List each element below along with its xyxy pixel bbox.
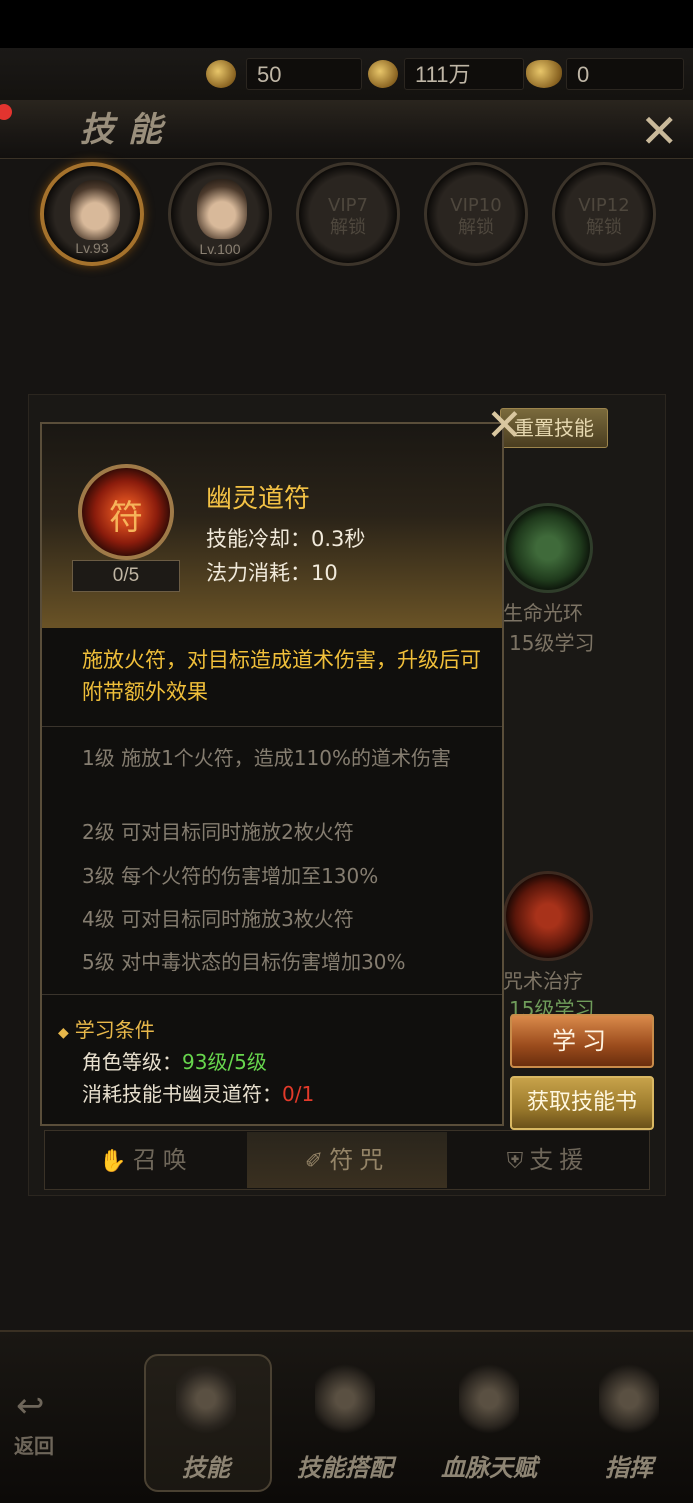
page-title: 技能 <box>80 110 176 150</box>
lock-label: VIP10 解锁 <box>450 195 502 238</box>
learn-button[interactable]: 学习 <box>510 1014 654 1068</box>
tab-talisman[interactable]: ✐ 符咒 <box>247 1132 447 1188</box>
tab-label: 召唤 <box>132 1146 193 1174</box>
condition-value: 93级/5级 <box>182 1050 267 1074</box>
banner-icon <box>599 1364 659 1434</box>
conditions-title-text: 学习条件 <box>74 1018 155 1042</box>
level-effect-5: 5级 对中毒状态的目标伤害增加30% <box>82 950 406 974</box>
character-portrait <box>197 179 247 239</box>
ghost-talisman-skill-icon: 符 <box>78 464 174 560</box>
character-slot-locked-vip12[interactable]: VIP12 解锁 <box>552 162 656 266</box>
resource-bar: 50 111万 0 <box>0 48 693 100</box>
token-icon <box>206 60 236 88</box>
skill-name: 幽灵道符 <box>206 484 311 514</box>
condition-label: 角色等级： <box>82 1050 182 1074</box>
condition-value: 0/1 <box>282 1082 315 1106</box>
condition-skill-book: 消耗技能书幽灵道符：0/1 <box>82 1078 314 1107</box>
popup-close-icon[interactable]: ✕ <box>486 404 523 448</box>
nav-item-skill[interactable]: 技能 <box>141 1350 271 1490</box>
nav-label: 技能 <box>182 1453 230 1482</box>
tab-support[interactable]: ⛨ 支援 <box>448 1132 648 1188</box>
ingot-count: 0 <box>566 58 684 90</box>
nav-label: 血脉天赋 <box>441 1453 537 1482</box>
nav-item-bloodline[interactable]: 血脉天赋 <box>424 1350 554 1490</box>
character-level: Lv.93 <box>75 240 109 256</box>
character-slot-locked-vip7[interactable]: VIP7 解锁 <box>296 162 400 266</box>
ingot-icon <box>526 60 562 88</box>
character-level: Lv.100 <box>199 241 241 257</box>
level-effect-2: 2级 可对目标同时施放2枚火符 <box>82 820 354 844</box>
nav-item-command[interactable]: 指挥 <box>564 1350 693 1490</box>
coin-icon <box>368 60 398 88</box>
skill-label: 咒术治疗 <box>503 969 583 993</box>
character-slot-1[interactable]: Lv.93 <box>40 162 144 266</box>
diamond-icon: ◆ <box>58 1025 69 1041</box>
token-count: 50 <box>246 58 362 90</box>
back-button[interactable]: ↩ 返回 <box>6 1380 86 1470</box>
tab-label: 符咒 <box>329 1146 390 1174</box>
nav-item-skill-combo[interactable]: 技能搭配 <box>280 1350 410 1490</box>
skill-description: 施放火符，对目标造成道术伤害，升级后可附带额外效果 <box>82 648 481 704</box>
coin-count: 111万 <box>404 58 524 90</box>
skill-icon-curse-heal[interactable] <box>503 871 593 961</box>
close-icon[interactable]: ✕ <box>640 108 679 154</box>
nav-label: 技能搭配 <box>297 1453 393 1482</box>
skill-level: 0/5 <box>72 560 180 592</box>
level-effect-3: 3级 每个火符的伤害增加至130% <box>82 864 379 888</box>
lock-label: VIP12 解锁 <box>578 195 630 238</box>
back-label: 返回 <box>14 1434 54 1458</box>
skill-icon-life-aura[interactable] <box>503 503 593 593</box>
level-effect-1: 1级 施放1个火符，造成110%的道术伤害 <box>82 746 451 770</box>
divider <box>42 994 502 995</box>
mask-icon <box>459 1364 519 1434</box>
character-portrait <box>70 180 120 240</box>
back-arrow-icon: ↩ <box>16 1386 45 1426</box>
skill-label: 生命光环 <box>503 601 583 625</box>
condition-label: 消耗技能书幽灵道符： <box>82 1082 282 1106</box>
character-slot-locked-vip10[interactable]: VIP10 解锁 <box>424 162 528 266</box>
tab-summon[interactable]: ✋ 召唤 <box>46 1132 246 1188</box>
condition-character-level: 角色等级：93级/5级 <box>82 1046 267 1075</box>
summon-icon: ✋ <box>99 1149 127 1174</box>
book-icon <box>176 1364 236 1434</box>
nav-label: 指挥 <box>605 1453 653 1482</box>
divider <box>42 726 502 727</box>
get-skill-book-button[interactable]: 获取技能书 <box>510 1076 654 1130</box>
level-effect-4: 4级 可对目标同时施放3枚火符 <box>82 907 354 931</box>
tab-label: 支援 <box>529 1146 590 1174</box>
shield-icon: ⛨ <box>506 1149 524 1174</box>
lock-label: VIP7 解锁 <box>328 195 368 238</box>
character-slot-2[interactable]: Lv.100 <box>168 162 272 266</box>
skill-mana-cost: 法力消耗：10 <box>206 561 338 585</box>
talisman-icon: ✐ <box>304 1149 324 1174</box>
sword-icon <box>315 1364 375 1434</box>
status-bar <box>0 0 693 48</box>
skill-cooldown: 技能冷却：0.3秒 <box>206 527 366 551</box>
learn-conditions-title: ◆ 学习条件 <box>58 1014 155 1043</box>
skill-requirement: 15级学习 <box>509 631 595 655</box>
